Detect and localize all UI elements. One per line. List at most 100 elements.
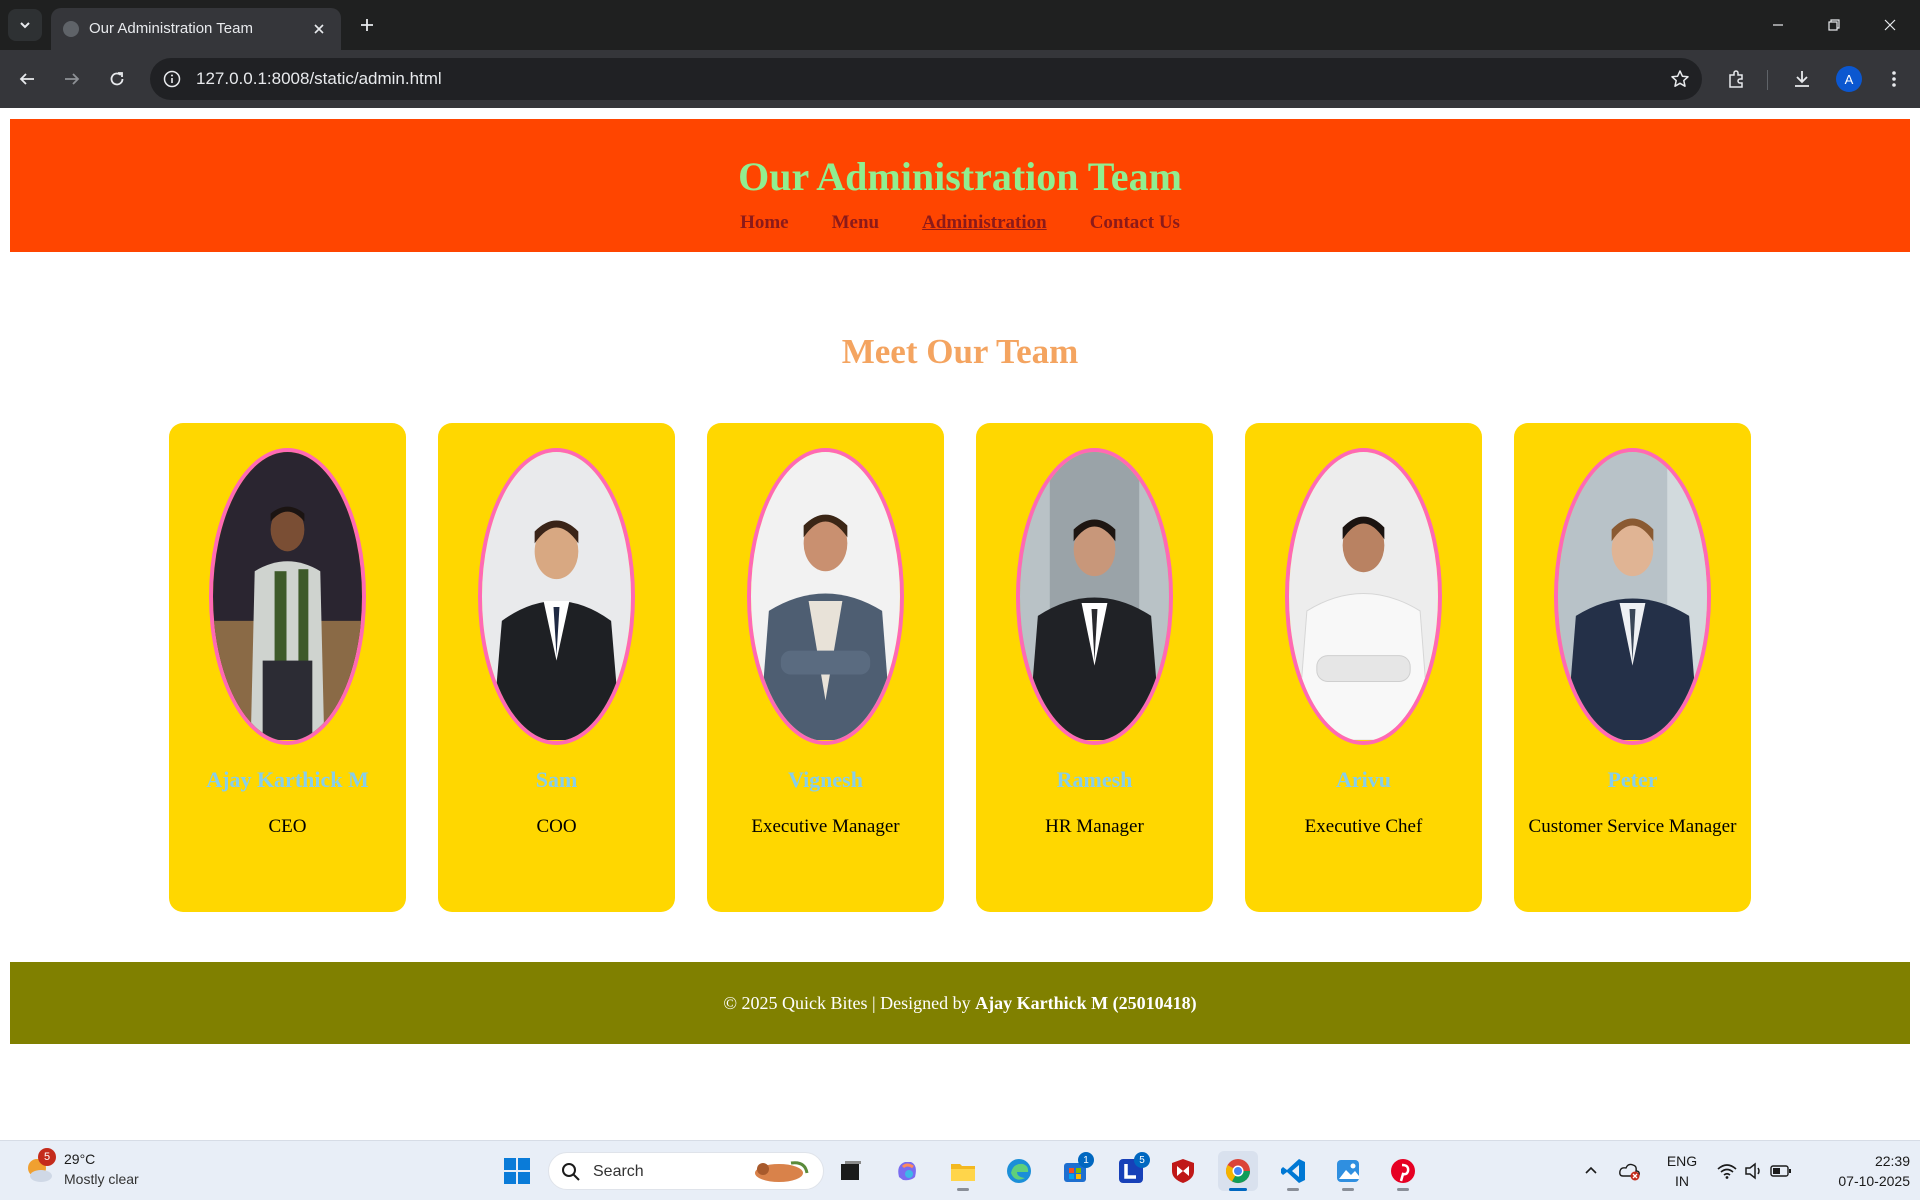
vscode-icon <box>1281 1159 1305 1183</box>
member-photo <box>209 448 366 745</box>
running-indicator <box>1287 1188 1299 1191</box>
site-info-icon[interactable] <box>162 69 182 89</box>
site-nav: Home Menu Administration Contact Us <box>10 211 1910 235</box>
reload-icon <box>110 72 124 86</box>
browser-tab-active[interactable]: Our Administration Team <box>51 8 341 50</box>
store-badge: 1 <box>1078 1152 1094 1168</box>
member-role: Executive Chef <box>1304 816 1423 837</box>
language-code: ENG <box>1666 1153 1698 1169</box>
restore-icon <box>1828 19 1840 31</box>
nav-administration-link[interactable]: Administration <box>922 211 1047 235</box>
shield-icon <box>1172 1159 1194 1183</box>
plus-icon <box>361 19 373 31</box>
back-button[interactable] <box>11 63 43 95</box>
tab-search-button[interactable] <box>8 9 42 41</box>
vscode-app[interactable] <box>1273 1151 1313 1191</box>
edge-icon <box>1007 1159 1031 1183</box>
reload-button[interactable] <box>101 63 133 95</box>
task-view-icon <box>841 1161 861 1180</box>
search-placeholder: Search <box>593 1163 644 1180</box>
l-app-badge: 5 <box>1134 1152 1150 1168</box>
member-role: CEO <box>268 816 307 837</box>
extensions-button[interactable] <box>1720 63 1752 95</box>
copilot-icon <box>898 1162 916 1181</box>
close-tab-icon[interactable] <box>309 19 329 39</box>
chrome-app[interactable] <box>1218 1151 1258 1191</box>
chrome-icon <box>1225 1159 1250 1184</box>
region-code: IN <box>1675 1173 1689 1189</box>
profile-avatar[interactable]: A <box>1836 66 1862 92</box>
taskbar-search[interactable]: Search <box>548 1152 824 1190</box>
wifi-icon <box>1717 1164 1737 1179</box>
photos-icon <box>1337 1160 1359 1182</box>
mcafee-app[interactable] <box>1163 1151 1203 1191</box>
team-heading: Meet Our Team <box>841 332 1079 371</box>
member-role: Executive Manager <box>751 816 900 837</box>
team-card: Sam COO <box>438 423 675 912</box>
minimize-button[interactable] <box>1750 0 1806 50</box>
photos-app[interactable] <box>1328 1151 1368 1191</box>
search-highlight-icon <box>755 1161 809 1182</box>
team-card: Arivu Executive Chef <box>1245 423 1482 912</box>
site-title: Our Administration Team <box>738 154 1182 199</box>
member-photo <box>1554 448 1711 745</box>
l-app[interactable]: 5 <box>1111 1151 1151 1191</box>
member-name: Ajay Karthick M <box>206 767 369 792</box>
minimize-icon <box>1773 24 1783 26</box>
member-name: Arivu <box>1336 767 1391 792</box>
member-role: HR Manager <box>1045 816 1144 837</box>
weather-description: Mostly clear <box>64 1171 139 1187</box>
member-name: Ramesh <box>1056 767 1133 792</box>
show-hidden-icons-button[interactable] <box>1573 1151 1609 1191</box>
nav-contact-link[interactable]: Contact Us <box>1090 211 1180 235</box>
site-footer: © 2025 Quick Bites | Designed by Ajay Ka… <box>10 962 1910 1044</box>
member-name: Peter <box>1607 767 1658 792</box>
pinterest-app[interactable] <box>1383 1151 1423 1191</box>
team-card: Ramesh HR Manager <box>976 423 1213 912</box>
weather-temperature: 29°C <box>64 1151 96 1167</box>
forward-button[interactable] <box>56 63 88 95</box>
chevron-up-icon <box>1585 1166 1597 1174</box>
running-indicator <box>957 1188 969 1191</box>
member-name: Sam <box>535 767 578 792</box>
close-window-button[interactable] <box>1862 0 1918 50</box>
running-indicator <box>1397 1188 1409 1191</box>
arrow-right-icon <box>65 73 80 85</box>
new-tab-button[interactable] <box>352 10 382 40</box>
nav-home-link[interactable]: Home <box>740 211 789 235</box>
close-icon <box>1884 19 1896 31</box>
start-button[interactable] <box>497 1151 537 1191</box>
microsoft-store-app[interactable]: 1 <box>1055 1151 1095 1191</box>
restore-button[interactable] <box>1806 0 1862 50</box>
browser-toolbar: 127.0.0.1:8008/static/admin.html A <box>0 50 1920 108</box>
running-indicator <box>1342 1188 1354 1191</box>
cloud-error-icon <box>1619 1163 1640 1181</box>
toolbar-divider <box>1767 70 1768 90</box>
footer-author: Ajay Karthick M (25010418) <box>975 992 1197 1013</box>
pinterest-icon <box>1391 1159 1415 1183</box>
page-viewport: Our Administration Team Home Menu Admini… <box>0 108 1920 1140</box>
team-card: Ajay Karthick M CEO <box>169 423 406 912</box>
edge-app[interactable] <box>999 1151 1039 1191</box>
member-photo <box>1016 448 1173 745</box>
onedrive-status[interactable] <box>1612 1151 1648 1191</box>
team-card: Vignesh Executive Manager <box>707 423 944 912</box>
file-explorer-app[interactable] <box>943 1151 983 1191</box>
browser-tabstrip: Our Administration Team <box>0 0 1920 50</box>
member-role: Customer Service Manager <box>1528 816 1737 837</box>
volume-icon <box>1745 1162 1760 1180</box>
copilot-app[interactable] <box>887 1151 927 1191</box>
weather-badge: 5 <box>38 1148 56 1166</box>
browser-menu-button[interactable] <box>1878 63 1910 95</box>
downloads-button[interactable] <box>1786 63 1818 95</box>
arrow-left-icon <box>19 73 34 85</box>
url-text[interactable]: 127.0.0.1:8008/static/admin.html <box>196 58 442 100</box>
more-vertical-icon <box>1892 71 1896 87</box>
search-icon <box>562 1163 580 1181</box>
address-bar[interactable]: 127.0.0.1:8008/static/admin.html <box>150 58 1702 100</box>
member-name: Vignesh <box>788 767 863 792</box>
quick-settings-button[interactable] <box>1712 1151 1796 1191</box>
task-view-button[interactable] <box>831 1151 871 1191</box>
bookmark-star-icon[interactable] <box>1668 67 1692 91</box>
nav-menu-link[interactable]: Menu <box>832 211 880 235</box>
